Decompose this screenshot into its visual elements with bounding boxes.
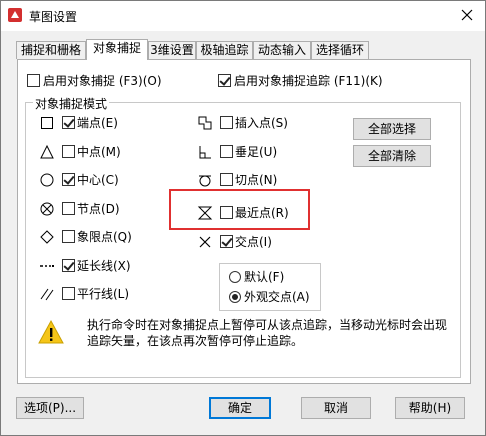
close-button[interactable] [456, 5, 478, 25]
parallel-icon [40, 288, 54, 301]
quadrant-icon [40, 230, 54, 244]
snap-endpoint-label: 端点(E) [77, 116, 118, 130]
help-button[interactable]: 帮助(H) [395, 397, 465, 419]
snap-insertion-label: 插入点(S) [235, 116, 288, 130]
cancel-button[interactable]: 取消 [301, 397, 371, 419]
tab-dynamic-input[interactable]: 动态输入 [253, 41, 311, 59]
tab-snap-grid[interactable]: 捕捉和栅格 [16, 41, 86, 59]
snap-node-checkbox[interactable] [62, 202, 75, 215]
radio-apparent-intersection[interactable] [229, 291, 241, 303]
enable-snap-tracking-checkbox[interactable] [218, 74, 231, 87]
snap-center-checkbox[interactable] [62, 173, 75, 186]
tab-selection-cycling[interactable]: 选择循环 [311, 41, 369, 59]
radio-default-label: 默认(F) [244, 270, 285, 284]
enable-snap-tracking-label: 启用对象捕捉追踪 (F11)(K) [234, 74, 383, 88]
snap-intersection-checkbox[interactable] [220, 235, 233, 248]
perpendicular-icon [199, 146, 211, 159]
snap-perpendicular-label: 垂足(U) [235, 145, 278, 159]
ok-button[interactable]: 确定 [209, 397, 271, 419]
snap-insertion-checkbox[interactable] [220, 116, 233, 129]
snap-parallel-label: 平行线(L) [77, 287, 130, 301]
insertion-icon [198, 116, 212, 130]
extension-icon [40, 265, 54, 267]
tracking-info-text: 执行命令时在对象捕捉点上暂停可从该点追踪，当移动光标时会出现追踪矢量，在该点再次… [87, 318, 448, 348]
close-icon [461, 9, 473, 21]
snap-quadrant-label: 象限点(Q) [77, 230, 132, 244]
sketch-settings-dialog: 草图设置 捕捉和栅格 对象捕捉 3维设置 极轴追踪 动态输入 选择循环 启用对象… [0, 0, 486, 436]
tangent-icon [199, 175, 211, 187]
snap-endpoint-checkbox[interactable] [62, 116, 75, 129]
intersection-icon [199, 236, 211, 248]
radio-apparent-intersection-label: 外观交点(A) [244, 290, 310, 304]
options-button[interactable]: 选项(P)... [16, 397, 84, 419]
snap-intersection-label: 交点(I) [235, 235, 272, 249]
snap-midpoint-label: 中点(M) [77, 145, 121, 159]
clear-all-button[interactable]: 全部清除 [353, 145, 431, 167]
endpoint-icon [41, 117, 53, 129]
tab-polar-tracking[interactable]: 极轴追踪 [196, 41, 253, 59]
snap-parallel-checkbox[interactable] [62, 287, 75, 300]
snap-midpoint-checkbox[interactable] [62, 145, 75, 158]
snap-quadrant-checkbox[interactable] [62, 230, 75, 243]
snap-extension-checkbox[interactable] [62, 259, 75, 272]
snap-tangent-label: 切点(N) [235, 173, 278, 187]
node-icon [40, 202, 54, 216]
enable-object-snap-label: 启用对象捕捉 (F3)(O) [43, 74, 162, 88]
snap-mode-group-title: 对象捕捉模式 [33, 95, 110, 112]
snap-perpendicular-checkbox[interactable] [220, 145, 233, 158]
app-icon [8, 8, 22, 22]
midpoint-icon [40, 144, 54, 159]
highlight-box [169, 189, 310, 230]
snap-center-label: 中心(C) [77, 173, 119, 187]
warning-icon [38, 319, 64, 344]
snap-node-label: 节点(D) [77, 202, 120, 216]
title-bar: 草图设置 [1, 1, 485, 31]
select-all-button[interactable]: 全部选择 [353, 118, 431, 140]
window-title: 草图设置 [29, 10, 78, 24]
center-icon [40, 173, 54, 187]
tab-3d-settings[interactable]: 3维设置 [148, 41, 196, 59]
snap-extension-label: 延长线(X) [77, 259, 131, 273]
radio-default[interactable] [229, 271, 241, 283]
enable-object-snap-checkbox[interactable] [27, 74, 40, 87]
tab-object-snap[interactable]: 对象捕捉 [86, 39, 148, 60]
snap-tangent-checkbox[interactable] [220, 173, 233, 186]
